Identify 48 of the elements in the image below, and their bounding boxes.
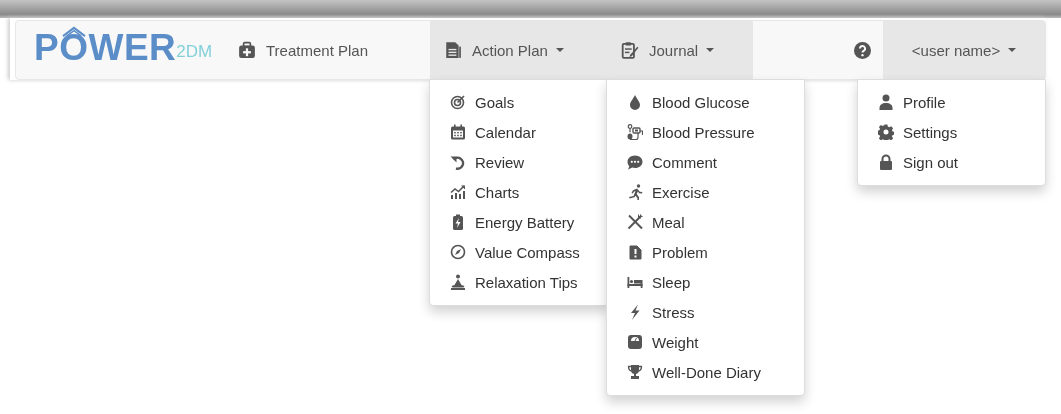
person-icon [878,94,894,110]
menu-item[interactable]: Problem [607,237,804,267]
caret-icon [1008,48,1017,52]
target-icon [450,94,466,110]
menu-item[interactable]: Comment [607,147,804,177]
menu-item[interactable]: Charts [430,177,608,207]
calendar-icon [450,124,466,140]
caret-icon [706,48,715,52]
menu-item[interactable]: Stress [607,297,804,327]
drop-icon [627,94,643,110]
menu-item[interactable]: Settings [858,117,1045,147]
menu-item[interactable]: Relaxation Tips [430,267,608,297]
running-person-icon [627,184,643,200]
menu-item[interactable]: Blood Pressure [607,117,804,147]
menu-item[interactable]: Review [430,147,608,177]
menu-item[interactable]: Goals [430,87,608,117]
menu-item[interactable]: Energy Battery [430,207,608,237]
gear-icon [878,124,894,140]
battery-icon [450,214,466,230]
logo-text: POWER [34,34,177,62]
help-icon[interactable] [854,41,871,59]
menu-item[interactable]: Calendar [430,117,608,147]
menu-item[interactable]: Profile [858,87,1045,117]
menu-item[interactable]: Sign out [858,147,1045,177]
menu-item[interactable]: Blood Glucose [607,87,804,117]
warning-note-icon [627,244,643,260]
caret-icon [555,48,564,52]
blood-pressure-icon [627,124,643,140]
lock-icon [878,154,894,170]
menu-item[interactable]: Weight [607,327,804,357]
compass-icon [450,244,466,260]
line-chart-icon [450,184,466,200]
menu-item[interactable]: Exercise [607,177,804,207]
medical-kit-icon [238,41,256,59]
logo-suffix: 2DM [176,43,213,60]
undo-icon [450,154,466,170]
menu-item[interactable]: Value Compass [430,237,608,267]
nav-item[interactable]: Treatment Plan [224,21,430,79]
menu-item[interactable]: Sleep [607,267,804,297]
scale-icon [627,334,643,350]
document-icon [444,41,462,59]
bed-icon [627,274,643,290]
menu-item[interactable]: Well-Done Diary [607,357,804,387]
speech-bubble-icon [627,154,643,170]
clipboard-pen-icon [621,41,639,59]
menu-item[interactable]: Meal [607,207,804,237]
fork-knife-icon [627,214,643,230]
trophy-icon [627,364,643,380]
